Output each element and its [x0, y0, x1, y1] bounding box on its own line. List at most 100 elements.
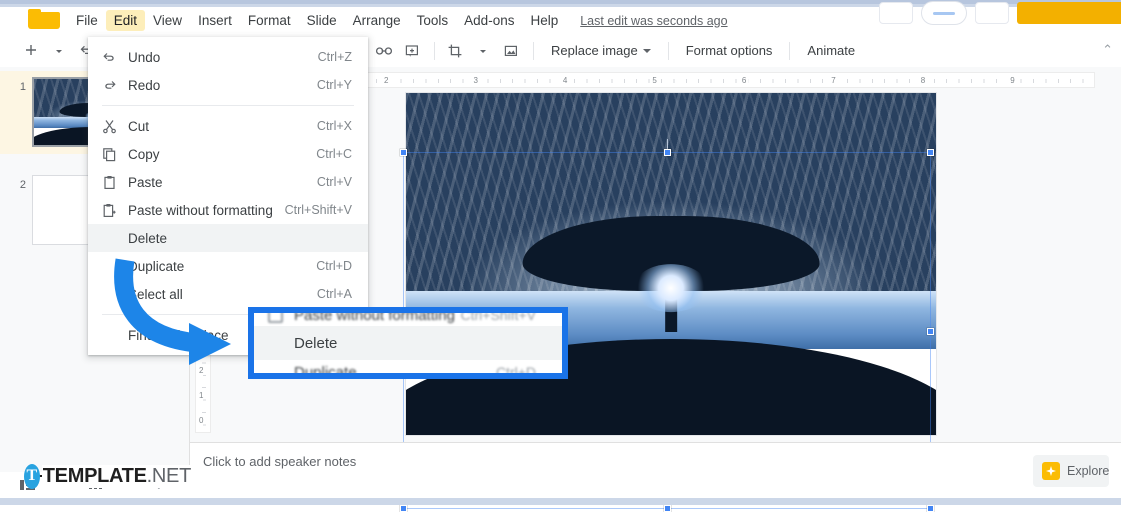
- share-button[interactable]: [1017, 2, 1121, 24]
- toolbar-divider: [533, 41, 534, 60]
- menu-item-label: Copy: [128, 146, 160, 162]
- menu-item-label: Paste: [128, 174, 163, 190]
- menu-item-copy[interactable]: Copy Ctrl+C: [88, 140, 368, 168]
- menu-item-redo[interactable]: Redo Ctrl+Y: [88, 71, 368, 99]
- menu-item-shortcut: Ctrl+C: [316, 147, 352, 161]
- menu-item-delete[interactable]: Delete: [88, 224, 368, 252]
- menu-item-shortcut: Ctrl+Z: [317, 50, 352, 64]
- ruler-label: 3: [471, 75, 480, 85]
- redo-icon: [102, 79, 128, 92]
- watermark-name: TEMPLATE: [42, 464, 147, 487]
- menu-bar-items: File Edit View Insert Format Slide Arran…: [68, 10, 566, 31]
- add-comment-icon[interactable]: [399, 38, 425, 64]
- menu-item-paste-without-formatting[interactable]: Paste without formatting Ctrl+Shift+V: [88, 196, 368, 224]
- menu-item-paste[interactable]: Paste Ctrl+V: [88, 168, 368, 196]
- toolbar-divider: [789, 41, 791, 60]
- browser-bottom-edge: [0, 498, 1121, 505]
- watermark-tld: .NET: [146, 464, 192, 487]
- callout-row-duplicate: Duplicate Ctrl+D: [254, 360, 562, 379]
- menu-bar: File Edit View Insert Format Slide Arran…: [0, 1, 1121, 34]
- menu-item-cut[interactable]: Cut Ctrl+X: [88, 112, 368, 140]
- hidden-action-button[interactable]: [879, 2, 913, 24]
- menu-view[interactable]: View: [145, 10, 190, 31]
- slides-app-window: File Edit View Insert Format Slide Arran…: [0, 1, 1121, 512]
- format-options-button[interactable]: Format options: [676, 38, 783, 64]
- menu-item-shortcut: Ctrl+D: [316, 259, 352, 273]
- ruler-label: 4: [560, 75, 570, 85]
- ruler-label: 1: [199, 390, 204, 401]
- collapse-toolbar-icon[interactable]: ⌃: [1102, 42, 1113, 58]
- last-edit-status[interactable]: Last edit was seconds ago: [580, 14, 727, 28]
- menu-format[interactable]: Format: [240, 10, 299, 31]
- ruler-label: 5: [650, 75, 659, 85]
- menu-slide[interactable]: Slide: [299, 10, 345, 31]
- clipboard-plain-icon: [102, 203, 128, 218]
- resize-handle-e[interactable]: [927, 327, 934, 335]
- callout-shortcut: Ctrl+D: [495, 364, 536, 379]
- copy-icon: [102, 147, 128, 162]
- menu-item-shortcut: Ctrl+Y: [316, 78, 352, 92]
- menu-item-shortcut: Ctrl+A: [316, 287, 352, 301]
- resize-handle-se[interactable]: [927, 505, 934, 512]
- watermark-badge: T: [24, 463, 40, 489]
- menu-item-label: Undo: [128, 49, 161, 65]
- menu-help[interactable]: Help: [522, 10, 566, 31]
- ruler-label: 6: [739, 75, 749, 85]
- chevron-down-icon: [642, 48, 651, 53]
- menu-insert[interactable]: Insert: [190, 10, 240, 31]
- new-slide-icon[interactable]: [18, 38, 44, 64]
- menu-edit[interactable]: Edit: [105, 10, 146, 31]
- callout-label: Delete: [294, 334, 338, 352]
- menu-item-shortcut: Ctrl+Shift+V: [284, 203, 352, 217]
- resize-handle-sw[interactable]: [400, 505, 407, 512]
- zoom-callout-content: Paste without formatting Ctrl+Shift+V De…: [254, 313, 562, 373]
- menu-file[interactable]: File: [68, 10, 106, 31]
- resize-handle-nw[interactable]: [400, 149, 407, 156]
- ruler-label: 0: [199, 415, 204, 426]
- header-actions: [879, 0, 1121, 26]
- menu-item-shortcut: Ctrl+X: [316, 119, 352, 133]
- menu-arrange[interactable]: Arrange: [345, 10, 409, 31]
- reset-image-icon[interactable]: [498, 38, 524, 64]
- menu-tools[interactable]: Tools: [409, 10, 457, 31]
- animate-button[interactable]: Animate: [797, 38, 865, 64]
- mask-image-dropdown-icon[interactable]: [470, 38, 496, 64]
- menu-divider: [102, 105, 354, 106]
- ruler-label: 8: [918, 75, 928, 85]
- menu-item-shortcut: Ctrl+V: [316, 175, 352, 189]
- slides-file-icon: [28, 9, 60, 29]
- menu-addons[interactable]: Add-ons: [456, 10, 522, 31]
- explore-button[interactable]: Explore: [1033, 455, 1109, 487]
- scissors-icon: [102, 119, 128, 134]
- new-slide-dropdown-icon[interactable]: [46, 38, 72, 64]
- resize-handle-ne[interactable]: [927, 149, 934, 156]
- insert-link-icon[interactable]: [371, 38, 397, 64]
- toolbar-divider: [667, 41, 669, 60]
- menu-item-label: Delete: [128, 230, 168, 246]
- zoom-callout-box: Paste without formatting Ctrl+Shift+V De…: [248, 307, 568, 379]
- present-button[interactable]: [975, 2, 1009, 24]
- template-net-watermark: T TEMPLATE.NET: [24, 462, 192, 490]
- menu-item-undo[interactable]: Undo Ctrl+Z: [88, 43, 368, 71]
- explore-icon: [1042, 462, 1060, 480]
- comment-history-button[interactable]: [921, 1, 967, 25]
- slide-number: 2: [19, 179, 26, 191]
- callout-label: Duplicate: [294, 363, 357, 379]
- resize-handle-n[interactable]: [664, 149, 671, 156]
- curved-pointer-arrow: [85, 255, 275, 385]
- toolbar-divider: [434, 41, 435, 60]
- clipboard-icon: [102, 175, 128, 190]
- menu-item-label: Redo: [128, 77, 161, 93]
- callout-row-delete: Delete: [254, 326, 562, 360]
- replace-image-label: Replace image: [551, 43, 638, 58]
- menu-item-label: Paste without formatting: [128, 202, 273, 218]
- resize-handle-s[interactable]: [664, 505, 671, 512]
- speaker-notes-placeholder[interactable]: Click to add speaker notes: [203, 454, 356, 469]
- speaker-notes-pane[interactable]: Click to add speaker notes Explore: [190, 442, 1121, 498]
- slide-number: 1: [19, 81, 26, 93]
- callout-shortcut: Ctrl+Shift+V: [460, 307, 536, 323]
- replace-image-button[interactable]: Replace image: [541, 38, 661, 64]
- explore-label: Explore: [1067, 464, 1110, 478]
- menu-item-label: Cut: [128, 118, 150, 134]
- crop-image-icon[interactable]: [442, 38, 468, 64]
